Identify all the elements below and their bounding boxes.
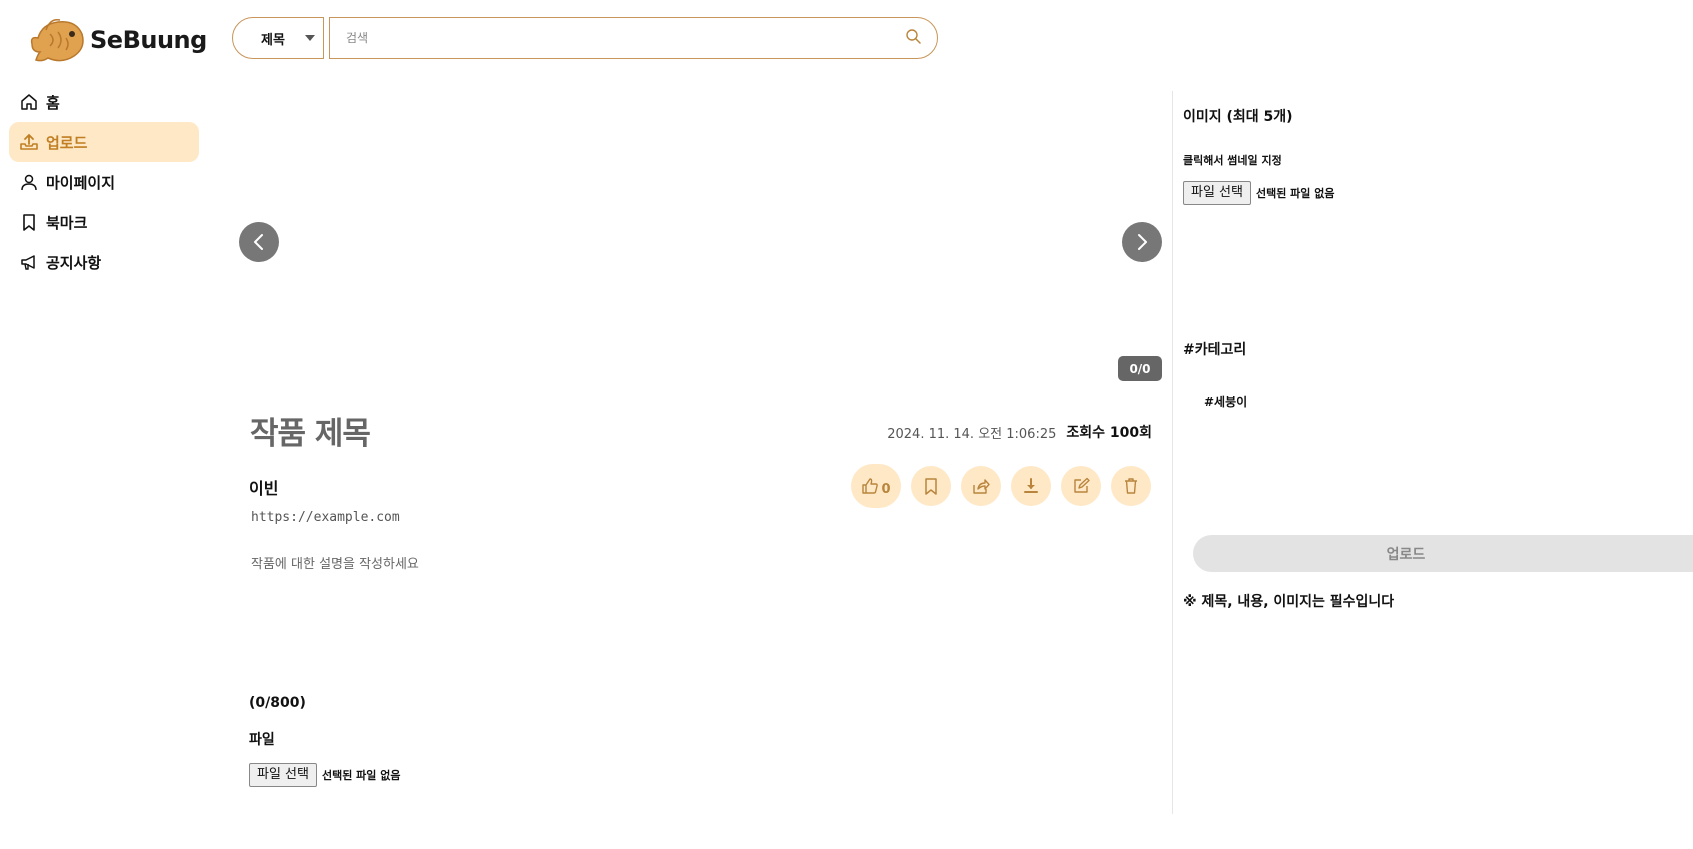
- share-button[interactable]: [961, 466, 1001, 506]
- sidebar-item-label: 업로드: [46, 133, 88, 152]
- carousel-prev-button[interactable]: [239, 222, 279, 262]
- logo[interactable]: SeBuung: [28, 14, 207, 66]
- images-title: 이미지 (최대 5개): [1183, 109, 1293, 125]
- post-link[interactable]: https://example.com: [251, 510, 400, 525]
- sidebar-item-mypage[interactable]: 마이페이지: [9, 162, 199, 202]
- brand-name: SeBuung: [90, 26, 207, 54]
- category-item[interactable]: #세붕이: [1204, 393, 1247, 410]
- choose-file-button[interactable]: 파일 선택: [249, 763, 317, 787]
- search-type-select[interactable]: 제목: [232, 17, 324, 59]
- file-section-label: 파일: [249, 732, 275, 748]
- upload-icon: [20, 133, 38, 151]
- required-notice: ※ 제목, 내용, 이미지는 필수입니다: [1183, 594, 1395, 610]
- edit-button[interactable]: [1061, 466, 1101, 506]
- category-title: #카테고리: [1183, 342, 1247, 358]
- author-name: 이빈: [249, 479, 279, 498]
- view-count: 조회수 100회: [1066, 425, 1152, 441]
- like-count: 0: [881, 481, 891, 497]
- share-icon: [973, 479, 990, 494]
- sidebar: 홈 업로드 마이페이지 북마크 공지사항: [9, 82, 199, 282]
- sidebar-item-label: 홈: [46, 93, 60, 112]
- delete-button[interactable]: [1111, 466, 1151, 506]
- sidebar-item-label: 공지사항: [46, 253, 102, 272]
- trash-icon: [1125, 478, 1137, 494]
- upload-button[interactable]: 업로드: [1193, 535, 1693, 572]
- chevron-left-icon: [254, 234, 263, 250]
- thumbnail-hint: 클릭해서 썸네일 지정: [1183, 154, 1282, 167]
- download-icon: [1024, 478, 1038, 493]
- char-count: (0/800): [249, 695, 306, 711]
- post-description[interactable]: 작품에 대한 설명을 작성하세요: [251, 553, 419, 572]
- panel-divider: [1172, 91, 1173, 814]
- sidebar-item-home[interactable]: 홈: [9, 82, 199, 122]
- file-upload: 파일 선택 선택된 파일 없음: [249, 763, 400, 787]
- image-carousel: 0/0: [232, 86, 1165, 386]
- search-field: [329, 17, 938, 59]
- sidebar-item-notice[interactable]: 공지사항: [9, 242, 199, 282]
- choose-image-button[interactable]: 파일 선택: [1183, 181, 1251, 205]
- post-actions: 0: [851, 464, 1151, 508]
- taiyaki-logo-icon: [30, 18, 84, 62]
- post-title[interactable]: 작품 제목: [250, 408, 371, 453]
- search-icon[interactable]: [905, 28, 921, 48]
- chevron-right-icon: [1138, 234, 1147, 250]
- file-status: 선택된 파일 없음: [321, 769, 401, 782]
- post-date: 2024. 11. 14. 오전 1:06:25: [887, 426, 1057, 442]
- chevron-down-icon: [305, 35, 315, 41]
- image-file-status: 선택된 파일 없음: [1255, 187, 1335, 200]
- bookmark-icon: [20, 213, 38, 231]
- post-meta: 2024. 11. 14. 오전 1:06:25 조회수 100회: [887, 422, 1152, 442]
- search-type-label: 제목: [261, 32, 285, 48]
- carousel-next-button[interactable]: [1122, 222, 1162, 262]
- sidebar-item-label: 북마크: [46, 213, 88, 232]
- edit-icon: [1074, 477, 1090, 493]
- image-upload: 파일 선택 선택된 파일 없음: [1183, 181, 1334, 205]
- bookmark-icon: [925, 478, 937, 495]
- image-counter: 0/0: [1118, 356, 1162, 381]
- sidebar-item-upload[interactable]: 업로드: [9, 122, 199, 162]
- home-icon: [20, 93, 38, 111]
- like-button[interactable]: 0: [851, 464, 901, 508]
- sidebar-item-bookmark[interactable]: 북마크: [9, 202, 199, 242]
- megaphone-icon: [20, 253, 38, 271]
- user-icon: [20, 173, 38, 191]
- download-button[interactable]: [1011, 466, 1051, 506]
- search-input[interactable]: [346, 31, 905, 45]
- sidebar-item-label: 마이페이지: [46, 173, 116, 192]
- thumbs-up-icon: [862, 478, 879, 494]
- search-bar: 제목: [232, 17, 938, 59]
- bookmark-button[interactable]: [911, 466, 951, 506]
